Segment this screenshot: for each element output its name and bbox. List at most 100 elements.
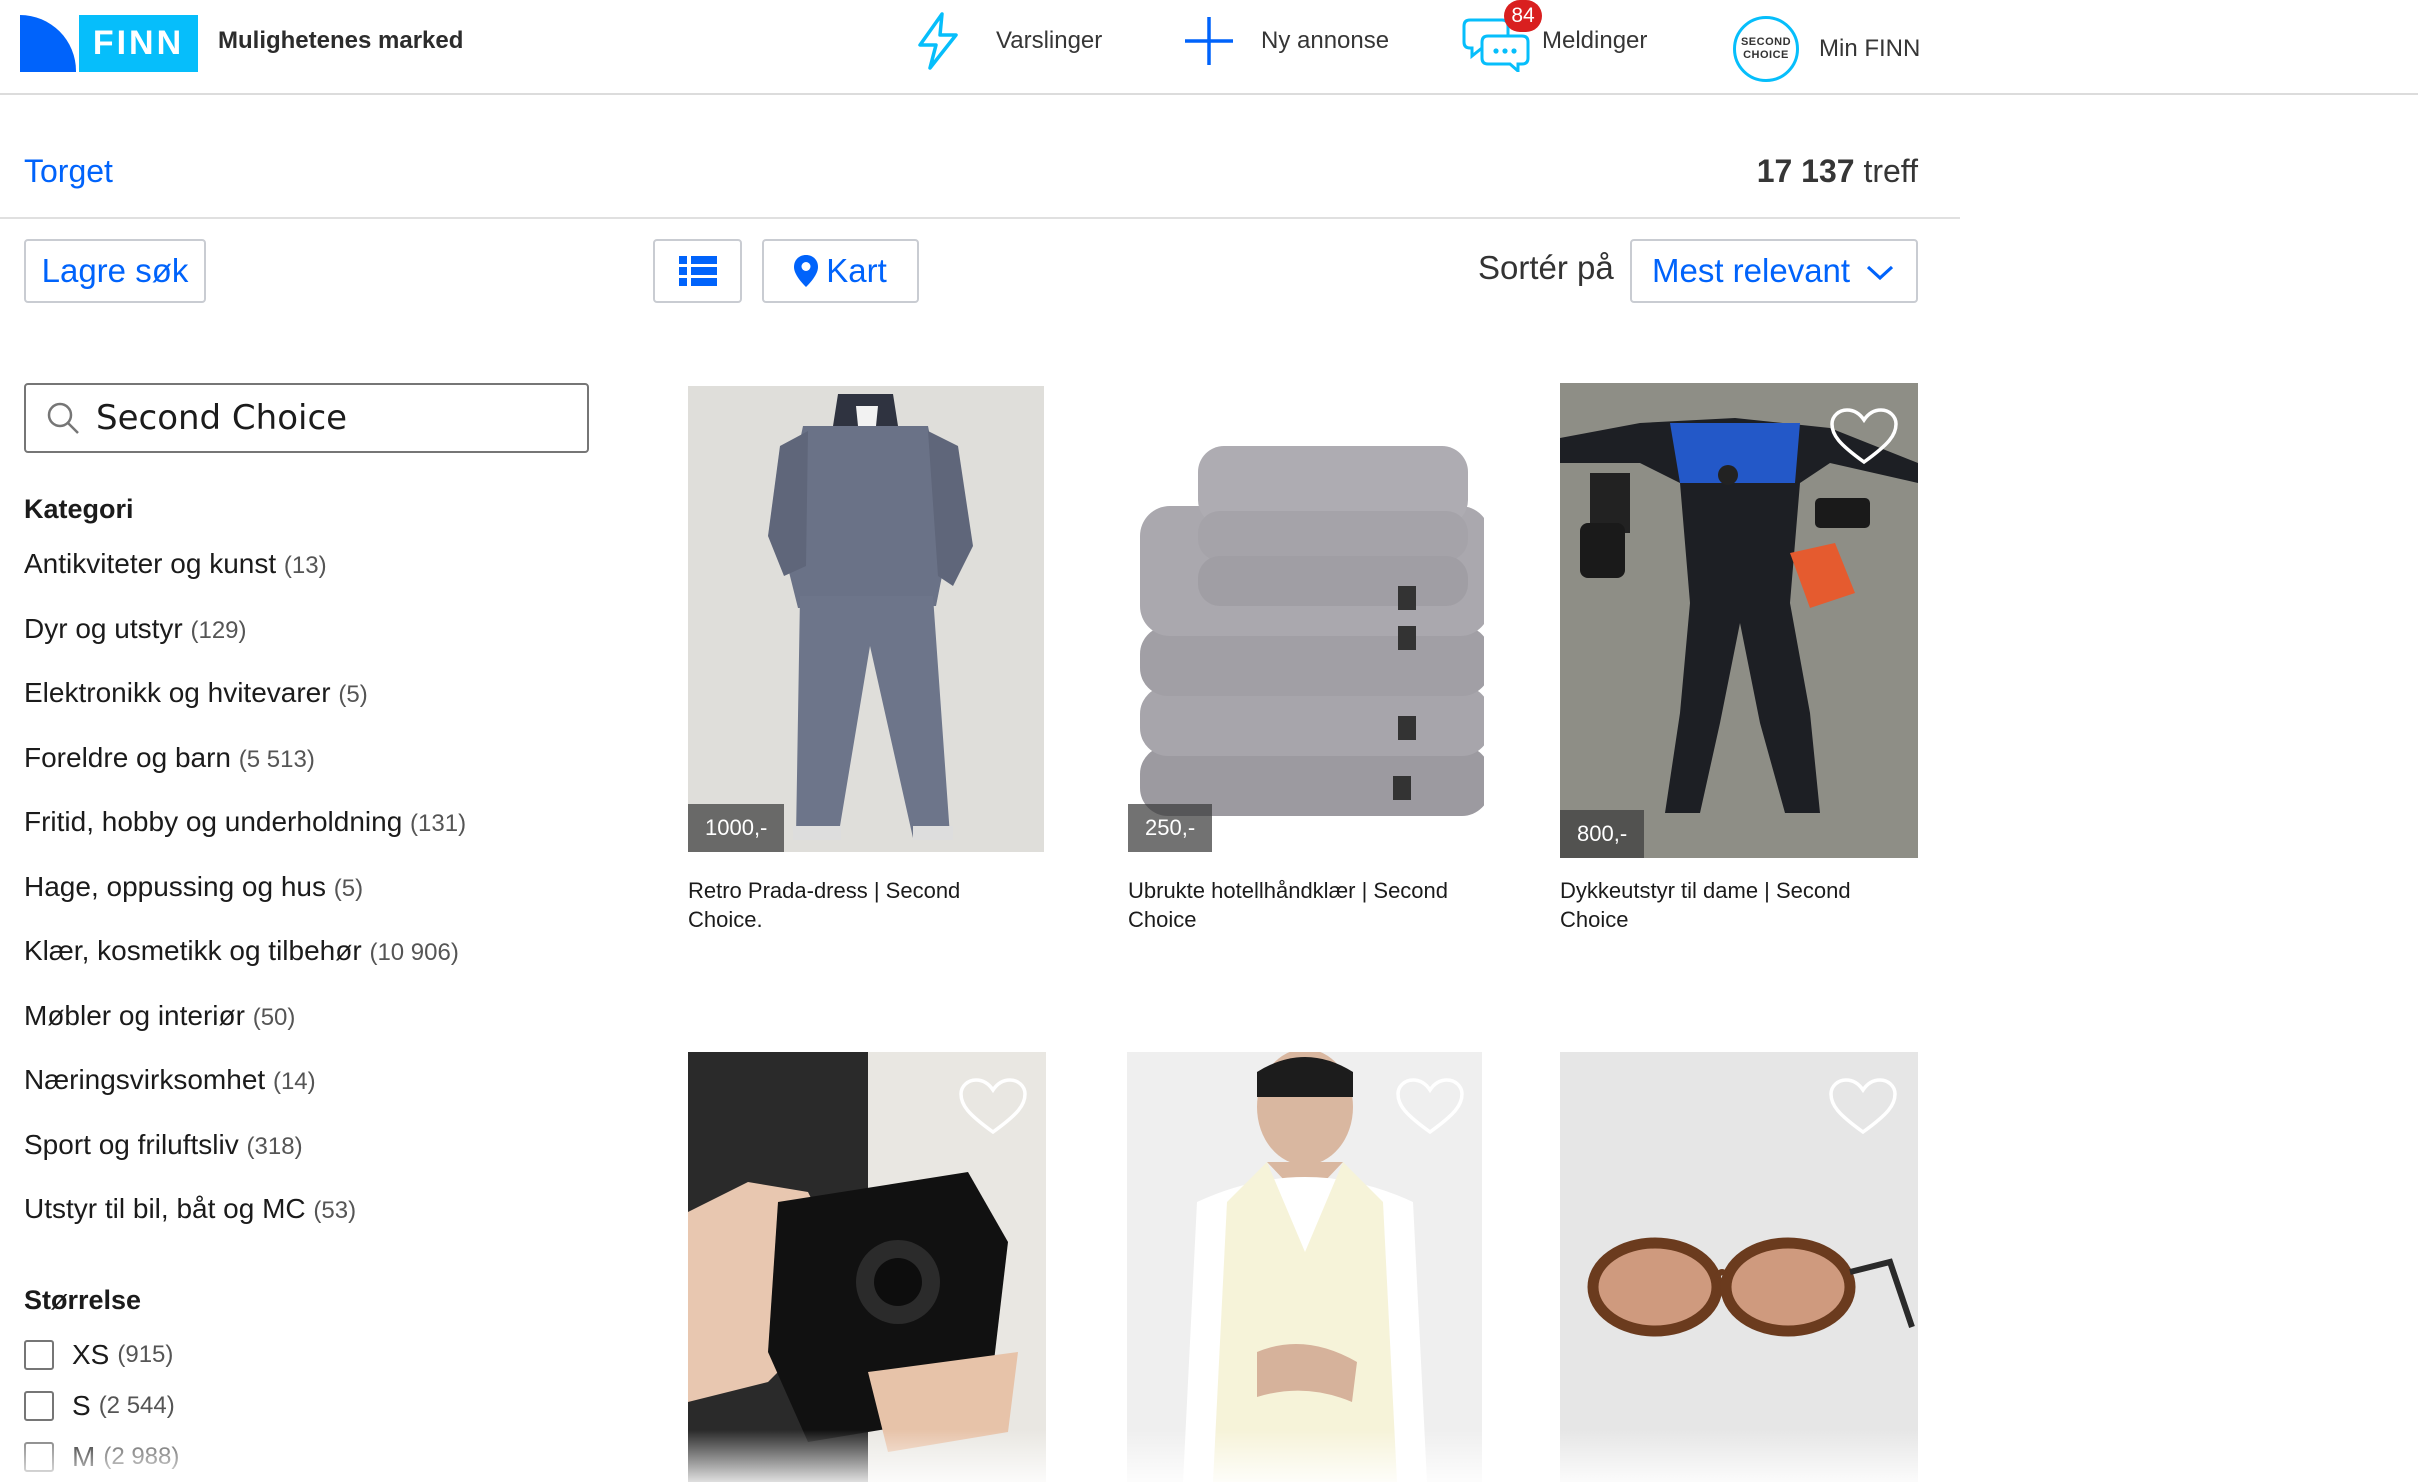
category-label: Dyr og utstyr (24, 612, 183, 644)
category-list: Antikviteter og kunst (13) Dyr og utstyr… (24, 548, 466, 1258)
hits-count: 17 137 treff (1757, 153, 1918, 190)
lightning-icon (918, 12, 958, 70)
category-label: Utstyr til bil, båt og MC (24, 1193, 306, 1224)
size-checkbox[interactable] (24, 1390, 54, 1421)
search-input[interactable] (94, 397, 568, 439)
map-view-button[interactable]: Kart (762, 239, 919, 303)
messages-icon-wrap: 84 (1462, 0, 1542, 82)
nav-profile[interactable]: SECOND CHOICE Min FINN (1733, 8, 1920, 90)
plus-icon (1185, 17, 1233, 65)
listing-title[interactable]: Dykkeutstyr til dame | Second Choice (1560, 876, 1890, 934)
category-count: (318) (246, 1132, 303, 1160)
category-label: Elektronikk og hvitevarer (24, 677, 331, 708)
nav-messages[interactable]: 84 Meldinger (1462, 0, 1647, 82)
category-label: Sport og friluftsliv (24, 1128, 239, 1160)
size-option: S (2 544) (24, 1380, 179, 1431)
category-count: (129) (190, 616, 247, 644)
nav-new-ad-label: Ny annonse (1261, 27, 1390, 54)
list-view-icon (678, 256, 717, 286)
nav-messages-label: Meldinger (1542, 27, 1648, 54)
listing-title-line: Choice (1560, 907, 1629, 932)
size-count: (2 988) (103, 1442, 180, 1470)
category-item[interactable]: Antikviteter og kunst (13) (24, 548, 466, 613)
size-label: S (72, 1389, 91, 1421)
category-count: (14) (272, 1068, 316, 1095)
listing-title[interactable]: Retro Prada-dress | Second Choice. (688, 876, 1018, 934)
category-count: (5 513) (238, 745, 315, 773)
map-view-label: Kart (826, 252, 887, 289)
size-checkbox[interactable] (24, 1441, 54, 1472)
finn-logo-text: FINN (79, 15, 198, 72)
list-view-button[interactable] (653, 239, 742, 303)
favorite-heart-icon[interactable] (1829, 408, 1899, 466)
category-item[interactable]: Utstyr til bil, båt og MC (53) (24, 1193, 466, 1258)
favorite-heart-icon[interactable] (1828, 1078, 1898, 1136)
listing-title-line: Ubrukte hotellhåndklær | Second (1128, 878, 1449, 903)
breadcrumb-torget[interactable]: Torget (24, 153, 113, 190)
nav-alerts[interactable]: Varslinger (912, 0, 1102, 82)
category-label: Antikviteter og kunst (24, 548, 277, 579)
listing-title-line: Choice. (688, 907, 763, 932)
category-item[interactable]: Fritid, hobby og underholdning (131) (24, 806, 466, 871)
save-search-button[interactable]: Lagre søk (24, 239, 206, 303)
category-label: Klær, kosmetikk og tilbehør (24, 935, 362, 966)
category-count: (5) (333, 874, 364, 902)
category-label: Foreldre og barn (24, 741, 232, 773)
chevron-down-icon (1866, 265, 1894, 281)
size-label: XS (72, 1338, 110, 1370)
size-count: (2 544) (98, 1391, 175, 1419)
category-label: Fritid, hobby og underholdning (24, 806, 403, 837)
nav-profile-label: Min FINN (1819, 35, 1921, 62)
category-count: (5) (338, 681, 368, 708)
profile-logo-line1: SECOND (1740, 36, 1792, 48)
category-item[interactable]: Sport og friluftsliv (318) (24, 1129, 466, 1194)
listing-image-suit (688, 386, 1044, 852)
listing-image-towels (1128, 386, 1484, 852)
category-count: (10 906) (369, 939, 459, 966)
size-list: XS (915) S (2 544) M (2 988) (24, 1329, 179, 1482)
messages-badge: 84 (1504, 0, 1542, 32)
sort-select[interactable]: Mest relevant (1630, 239, 1918, 303)
map-pin-icon (794, 255, 819, 287)
category-item[interactable]: Næringsvirksomhet (14) (24, 1064, 466, 1129)
category-count: (13) (283, 552, 327, 579)
search-icon (47, 402, 79, 434)
top-navigation-bar: FINN Mulighetenes marked Varslinger Ny a… (0, 0, 2418, 95)
price-tag: 1000,- (688, 804, 785, 852)
sort-label: Sortér på (1478, 249, 1614, 286)
category-label: Møbler og interiør (24, 999, 245, 1031)
category-item[interactable]: Møbler og interiør (50) (24, 1000, 466, 1065)
search-field[interactable] (24, 383, 589, 453)
favorite-heart-icon[interactable] (1395, 1078, 1465, 1136)
size-count: (915) (117, 1340, 174, 1368)
size-option: M (2 988) (24, 1431, 179, 1482)
profile-logo-line2: CHOICE (1743, 49, 1789, 61)
tagline: Mulighetenes marked (218, 27, 464, 54)
listing-title[interactable]: Ubrukte hotellhåndklær | Second Choice (1128, 876, 1458, 934)
nav-new-ad[interactable]: Ny annonse (1183, 0, 1389, 82)
listing-title-line: Retro Prada-dress | Second (688, 878, 961, 903)
category-item[interactable]: Elektronikk og hvitevarer (5) (24, 677, 466, 742)
divider (0, 217, 1960, 219)
listing-title-line: Choice (1128, 907, 1197, 932)
category-item[interactable]: Foreldre og barn (5 513) (24, 742, 466, 807)
size-label: M (72, 1440, 96, 1472)
profile-avatar: SECOND CHOICE (1733, 16, 1799, 82)
nav-alerts-label: Varslinger (996, 27, 1103, 54)
hits-number: 17 137 (1756, 153, 1855, 189)
category-count: (131) (410, 810, 467, 837)
size-checkbox[interactable] (24, 1339, 54, 1370)
finn-logo[interactable]: FINN (20, 15, 198, 72)
category-item[interactable]: Klær, kosmetikk og tilbehør (10 906) (24, 935, 466, 1000)
category-count: (53) (313, 1197, 357, 1224)
suit-photo (688, 386, 1044, 852)
price-tag: 250,- (1128, 804, 1213, 852)
category-item[interactable]: Dyr og utstyr (129) (24, 613, 466, 678)
finn-logo-bubble (20, 15, 76, 72)
size-option: XS (915) (24, 1329, 179, 1380)
category-item[interactable]: Hage, oppussing og hus (5) (24, 871, 466, 936)
favorite-heart-icon[interactable] (958, 1078, 1028, 1136)
category-facet-title: Kategori (24, 494, 134, 524)
listing-title-line: Dykkeutstyr til dame | Second (1560, 878, 1851, 903)
price-tag: 800,- (1560, 810, 1645, 858)
